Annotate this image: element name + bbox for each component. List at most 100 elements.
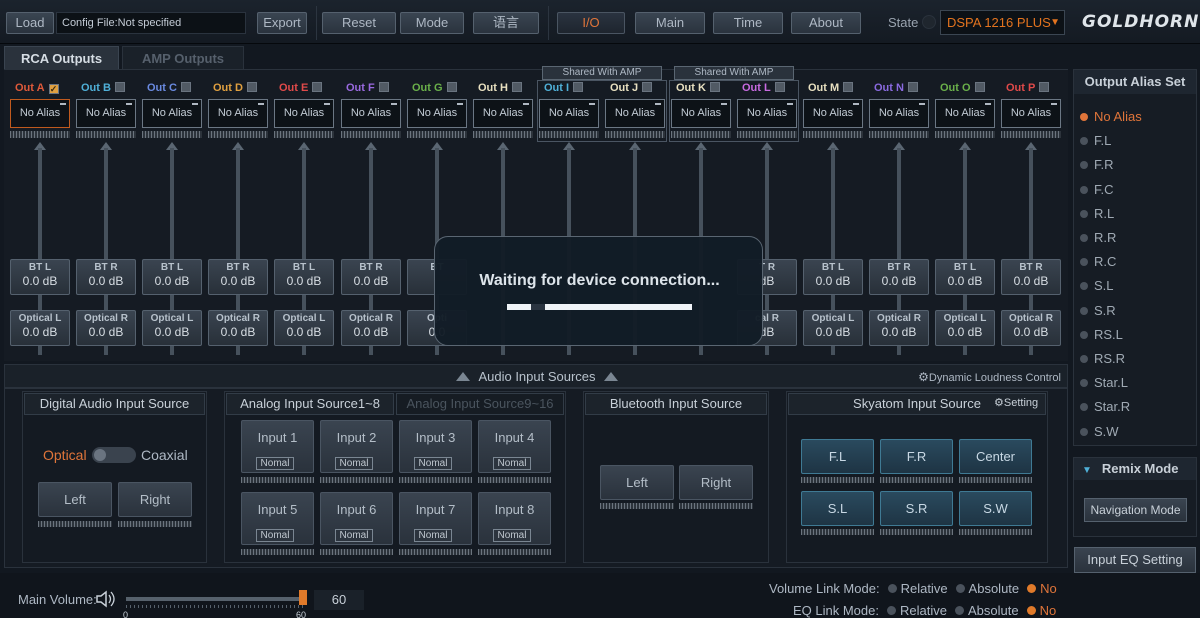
output-checkbox[interactable]: ✓: [48, 84, 59, 94]
device-select[interactable]: DSPA 1216 PLUS ▼: [940, 10, 1065, 35]
alias-option[interactable]: F.C: [1080, 182, 1114, 197]
output-alias-box[interactable]: No Alias: [869, 99, 929, 128]
alias-option[interactable]: RS.L: [1080, 327, 1123, 342]
bt-source-box[interactable]: BT R 0.0 dB: [76, 259, 136, 295]
analog-input-button[interactable]: Input 1 Nomal: [241, 420, 314, 473]
volume-value[interactable]: 60: [314, 590, 364, 610]
optical-source-box[interactable]: Optical R 0.0 dB: [869, 310, 929, 346]
output-checkbox[interactable]: [378, 82, 389, 92]
analog-input-button[interactable]: Input 3 Nomal: [399, 420, 472, 473]
dynamic-loudness-button[interactable]: ⚙Dynamic Loudness Control: [918, 370, 1061, 384]
input-eq-setting-button[interactable]: Input EQ Setting: [1074, 547, 1196, 573]
optical-source-box[interactable]: Optical L 0.0 dB: [803, 310, 863, 346]
output-checkbox[interactable]: [907, 82, 918, 92]
remix-mode-title-bar[interactable]: ▼ Remix Mode: [1074, 458, 1196, 480]
alias-option[interactable]: S.W: [1080, 424, 1119, 439]
alias-option[interactable]: Star.L: [1080, 375, 1128, 390]
alias-option[interactable]: R.L: [1080, 206, 1114, 221]
bt-source-box[interactable]: BT L 0.0 dB: [142, 259, 202, 295]
analog-input-button[interactable]: Input 2 Nomal: [320, 420, 393, 473]
tab-rca-outputs[interactable]: RCA Outputs: [4, 46, 119, 69]
bt-source-box[interactable]: BT L 0.0 dB: [803, 259, 863, 295]
optical-coaxial-toggle[interactable]: [92, 447, 136, 463]
analog-input-button[interactable]: Input 5 Nomal: [241, 492, 314, 545]
bt-source-box[interactable]: BT R 0.0 dB: [341, 259, 401, 295]
output-checkbox[interactable]: [114, 82, 125, 92]
analog-input-button[interactable]: Input 4 Nomal: [478, 420, 551, 473]
skyatom-fl-button[interactable]: F.L: [801, 439, 874, 474]
optical-source-box[interactable]: Optical R 0.0 dB: [76, 310, 136, 346]
mode-button[interactable]: Mode: [400, 12, 464, 34]
tab-about[interactable]: About: [791, 12, 861, 34]
analog-input-button[interactable]: Input 7 Nomal: [399, 492, 472, 545]
alias-option[interactable]: S.L: [1080, 278, 1114, 293]
bluetooth-right-button[interactable]: Right: [679, 465, 753, 500]
skyatom-sr-button[interactable]: S.R: [880, 491, 953, 526]
output-alias-box[interactable]: No Alias: [1001, 99, 1061, 128]
tab-analog-9-16[interactable]: Analog Input Source9~16: [396, 393, 564, 415]
alias-option[interactable]: Star.R: [1080, 399, 1130, 414]
load-button[interactable]: Load: [6, 12, 54, 34]
alias-option[interactable]: No Alias: [1080, 109, 1142, 124]
tab-analog-1-8[interactable]: Analog Input Source1~8: [226, 393, 394, 415]
tab-io[interactable]: I/O: [557, 12, 625, 34]
optical-source-box[interactable]: Optical L 0.0 dB: [10, 310, 70, 346]
eq-link-option[interactable]: No: [1019, 603, 1056, 618]
tab-amp-outputs[interactable]: AMP Outputs: [122, 46, 244, 69]
volume-link-option[interactable]: No: [1019, 581, 1057, 596]
alias-option[interactable]: F.L: [1080, 133, 1111, 148]
output-alias-box[interactable]: No Alias: [341, 99, 401, 128]
reset-button[interactable]: Reset: [322, 12, 396, 34]
export-button[interactable]: Export: [257, 12, 307, 34]
bluetooth-left-button[interactable]: Left: [600, 465, 674, 500]
bt-source-box[interactable]: BT R 0.0 dB: [869, 259, 929, 295]
output-alias-box[interactable]: No Alias: [407, 99, 467, 128]
optical-source-box[interactable]: Optical L 0.0 dB: [142, 310, 202, 346]
skyatom-fr-button[interactable]: F.R: [880, 439, 953, 474]
output-checkbox[interactable]: [974, 82, 985, 92]
alias-option[interactable]: R.R: [1080, 230, 1116, 245]
bt-source-box[interactable]: BT R 0.0 dB: [1001, 259, 1061, 295]
volume-link-option[interactable]: Relative: [880, 581, 948, 596]
optical-source-box[interactable]: Optical L 0.0 dB: [274, 310, 334, 346]
output-checkbox[interactable]: [446, 82, 457, 92]
optical-source-box[interactable]: Optical L 0.0 dB: [935, 310, 995, 346]
output-checkbox[interactable]: [312, 82, 323, 92]
digital-left-button[interactable]: Left: [38, 482, 112, 517]
tab-time[interactable]: Time: [713, 12, 783, 34]
output-checkbox[interactable]: [1039, 82, 1050, 92]
tab-main[interactable]: Main: [635, 12, 705, 34]
output-alias-box[interactable]: No Alias: [208, 99, 268, 128]
output-checkbox[interactable]: [180, 82, 191, 92]
alias-option[interactable]: S.R: [1080, 303, 1116, 318]
skyatom-sw-button[interactable]: S.W: [959, 491, 1032, 526]
skyatom-center-button[interactable]: Center: [959, 439, 1032, 474]
output-checkbox[interactable]: [843, 82, 854, 92]
optical-source-box[interactable]: Optical R 0.0 dB: [1001, 310, 1061, 346]
output-alias-box[interactable]: No Alias: [142, 99, 202, 128]
speaker-icon[interactable]: [95, 589, 117, 609]
output-alias-box[interactable]: No Alias: [935, 99, 995, 128]
analog-input-button[interactable]: Input 8 Nomal: [478, 492, 551, 545]
skyatom-setting-button[interactable]: ⚙Setting: [994, 396, 1038, 409]
alias-option[interactable]: RS.R: [1080, 351, 1125, 366]
eq-link-option[interactable]: Relative: [879, 603, 947, 618]
digital-right-button[interactable]: Right: [118, 482, 192, 517]
language-button[interactable]: 语言: [473, 12, 539, 34]
navigation-mode-button[interactable]: Navigation Mode: [1084, 498, 1187, 522]
bt-source-box[interactable]: BT L 0.0 dB: [10, 259, 70, 295]
output-alias-box[interactable]: No Alias: [10, 99, 70, 128]
output-alias-box[interactable]: No Alias: [473, 99, 533, 128]
output-alias-box[interactable]: No Alias: [76, 99, 136, 128]
bt-source-box[interactable]: BT R 0.0 dB: [208, 259, 268, 295]
alias-option[interactable]: F.R: [1080, 157, 1114, 172]
bt-source-box[interactable]: BT L 0.0 dB: [935, 259, 995, 295]
bt-source-box[interactable]: BT L 0.0 dB: [274, 259, 334, 295]
skyatom-sl-button[interactable]: S.L: [801, 491, 874, 526]
output-checkbox[interactable]: [511, 82, 522, 92]
optical-source-box[interactable]: Optical R 0.0 dB: [341, 310, 401, 346]
analog-input-button[interactable]: Input 6 Nomal: [320, 492, 393, 545]
volume-slider-thumb[interactable]: [299, 590, 307, 605]
optical-source-box[interactable]: Optical R 0.0 dB: [208, 310, 268, 346]
alias-option[interactable]: R.C: [1080, 254, 1116, 269]
